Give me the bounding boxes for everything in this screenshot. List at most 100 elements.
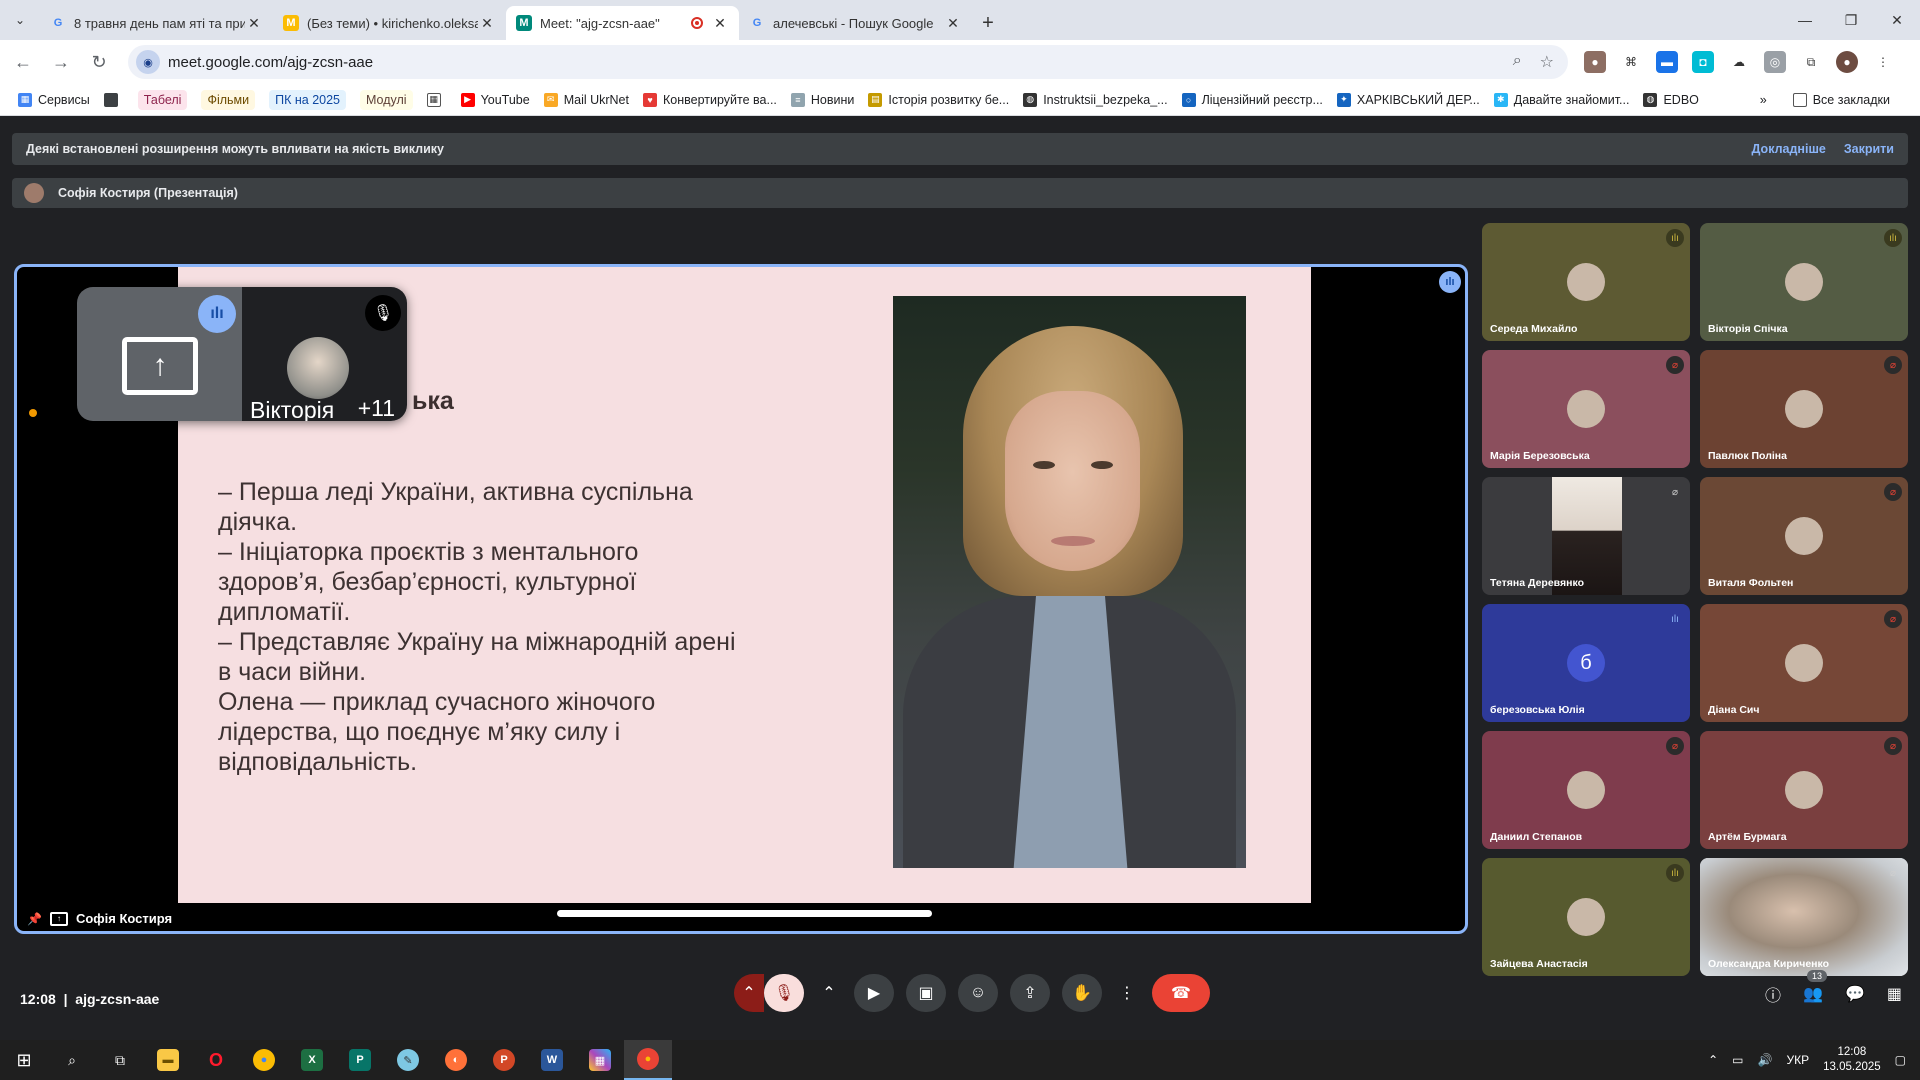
audio-options-button[interactable]: ⌃ [734, 974, 764, 1012]
bookmark-item[interactable]: ✦ ХАРКІВСЬКИЙ ДЕР... [1336, 92, 1480, 107]
pin-icon[interactable]: 📌 [27, 912, 42, 926]
chat-icon[interactable]: 💬 [1845, 984, 1865, 1004]
video-options-button[interactable]: ⌃ [816, 974, 842, 1012]
profile-avatar[interactable]: ● [1836, 51, 1858, 73]
taskbar-app[interactable]: ● [240, 1040, 288, 1080]
activities-icon[interactable]: ▦ [1887, 984, 1902, 1004]
screen-scrollbar[interactable] [557, 910, 932, 917]
extension-icon[interactable]: ◎ [1764, 51, 1786, 73]
participant-tile[interactable]: ⌀ Даниил Степанов [1482, 731, 1690, 849]
bookmark-item[interactable]: Модулі [360, 89, 413, 110]
taskbar-app[interactable]: ✎ [384, 1040, 432, 1080]
puzzle-icon[interactable]: ⧉ [1800, 51, 1822, 73]
extension-icon[interactable]: ⌘ [1620, 51, 1642, 73]
present-button[interactable]: ⇪ [1010, 974, 1050, 1012]
participant-tile[interactable]: ılı Вікторія Спічка [1700, 223, 1908, 341]
taskbar-app[interactable]: O [192, 1040, 240, 1080]
close-window-icon[interactable]: ✕ [1874, 0, 1920, 40]
notifications-icon[interactable]: ▢ [1895, 1053, 1906, 1067]
participant-tile[interactable]: ⌀ Артём Бурмага [1700, 731, 1908, 849]
restore-icon[interactable]: ❐ [1828, 0, 1874, 40]
site-info-icon[interactable]: ◉ [136, 50, 160, 74]
participant-tile[interactable]: ⌀ Виталя Фольтен [1700, 477, 1908, 595]
browser-tab[interactable]: G 8 травня день пам яті та прим ✕ [40, 6, 273, 40]
extension-icon[interactable]: ▬ [1656, 51, 1678, 73]
extension-icon[interactable]: ● [1584, 51, 1606, 73]
close-tab-icon[interactable]: ✕ [478, 15, 496, 32]
bookmark-item[interactable]: ▦ [426, 92, 447, 107]
participant-tile[interactable]: ⌀ Марія Березовська [1482, 350, 1690, 468]
extension-icon[interactable]: ◘ [1692, 51, 1714, 73]
bookmark-item[interactable]: ✱ Давайте знайомит... [1493, 92, 1629, 107]
bookmark-star-icon[interactable]: ☆ [1540, 52, 1554, 72]
search-button[interactable]: ⌕ [48, 1040, 96, 1080]
leave-call-button[interactable]: ☎ [1152, 974, 1210, 1012]
taskbar-app[interactable]: P [480, 1040, 528, 1080]
bookmark-item[interactable]: ▶ YouTube [460, 92, 530, 107]
participant-tile[interactable]: ılı Середа Михайло [1482, 223, 1690, 341]
close-tab-icon[interactable]: ✕ [245, 15, 263, 32]
zoom-icon[interactable]: ⌕ [1513, 52, 1522, 72]
bookmark-item[interactable]: ПК на 2025 [269, 89, 346, 110]
participant-tile[interactable]: ⌀ Тетяна Деревянко [1482, 477, 1690, 595]
taskbar-app[interactable]: ▬ [144, 1040, 192, 1080]
bookmark-item[interactable]: ◍ Instruktsii_bezpeka_... [1023, 92, 1168, 107]
network-icon[interactable]: ▭ [1732, 1053, 1743, 1067]
clock[interactable]: 12:08 13.05.2025 [1823, 1045, 1881, 1075]
taskbar-app[interactable]: W [528, 1040, 576, 1080]
address-bar[interactable]: ◉ meet.google.com/ajg-zcsn-aae ⌕ ☆ [128, 45, 1568, 79]
back-arrow-icon[interactable]: ← [8, 47, 38, 77]
bookmark-item[interactable]: ♥ Конвертируйте ва... [643, 92, 777, 107]
captions-button[interactable]: ▣ [906, 974, 946, 1012]
task-view-button[interactable]: ⧉ [96, 1040, 144, 1080]
presentation-stage[interactable]: ька – Перша леді України, активна суспіл… [14, 264, 1468, 934]
learn-more-link[interactable]: Докладніше [1752, 142, 1826, 156]
close-tab-icon[interactable]: ✕ [944, 15, 962, 32]
bookmark-item[interactable]: Фільми [201, 89, 256, 110]
forward-arrow-icon[interactable]: → [46, 47, 76, 77]
presenter-bar[interactable]: Софія Костиря (Презентація) [12, 178, 1908, 208]
participant-tile[interactable]: ⌀ Олександра Кириченко [1700, 858, 1908, 976]
new-tab-button[interactable]: + [972, 6, 1004, 40]
camera-toggle-button[interactable]: ▶ [854, 974, 894, 1012]
close-tab-icon[interactable]: ✕ [711, 15, 729, 32]
menu-dots-icon[interactable]: ⋮ [1872, 51, 1894, 73]
more-bookmarks-icon[interactable]: » [1760, 93, 1767, 107]
taskbar-app[interactable]: X [288, 1040, 336, 1080]
reload-icon[interactable]: ↻ [84, 47, 114, 77]
bookmark-item[interactable]: ≡ Новини [790, 92, 854, 107]
bookmark-item[interactable]: ✉ Mail UkrNet [543, 92, 629, 107]
all-bookmarks-button[interactable]: Все закладки [1792, 92, 1890, 107]
taskbar-app-active[interactable]: ● [624, 1040, 672, 1080]
more-options-button[interactable]: ⋮ [1114, 974, 1140, 1012]
people-icon[interactable]: 👥 13 [1803, 970, 1827, 1004]
browser-tab-active[interactable]: M Meet: "ajg-zcsn-aae" ✕ [506, 6, 739, 40]
reactions-button[interactable]: ☺ [958, 974, 998, 1012]
participant-tile[interactable]: б ılı березовська Юлія [1482, 604, 1690, 722]
taskbar-app[interactable]: ▦ [576, 1040, 624, 1080]
start-button[interactable]: ⊞ [0, 1040, 48, 1080]
bookmark-item[interactable]: Табелі [137, 89, 188, 110]
chevron-up-icon[interactable]: ⌃ [1708, 1053, 1718, 1067]
bookmark-item[interactable]: ○ Ліцензійний реєстр... [1181, 92, 1323, 107]
bookmark-item[interactable]: ◍ EDBO [1643, 92, 1699, 107]
taskbar-app[interactable]: ◐ [432, 1040, 480, 1080]
raise-hand-button[interactable]: ✋ [1062, 974, 1102, 1012]
tab-search-button[interactable]: ⌄ [0, 0, 40, 40]
picture-in-picture[interactable]: ↑ ılı 🎙 Вікторія +11 [77, 287, 407, 421]
language-indicator[interactable]: УКР [1786, 1053, 1809, 1067]
bookmark-item[interactable] [103, 92, 124, 107]
participant-tile[interactable]: ⌀ Павлюк Поліна [1700, 350, 1908, 468]
bookmark-item[interactable]: ▤ Історія розвитку бе... [868, 92, 1009, 107]
volume-icon[interactable]: 🔊 [1758, 1053, 1773, 1067]
taskbar-app[interactable]: P [336, 1040, 384, 1080]
bookmark-item[interactable]: ▦ Сервисы [18, 92, 90, 107]
info-icon[interactable]: ⓘ [1765, 982, 1781, 1006]
participant-tile[interactable]: ılı Зайцева Анастасія [1482, 858, 1690, 976]
browser-tab[interactable]: G алечевські - Пошук Google ✕ [739, 6, 972, 40]
microphone-toggle-button[interactable]: 🎙 [764, 974, 804, 1012]
participant-tile[interactable]: ⌀ Діана Сич [1700, 604, 1908, 722]
browser-tab[interactable]: M (Без теми) • kirichenko.oleksan ✕ [273, 6, 506, 40]
extension-icon[interactable]: ☁ [1728, 51, 1750, 73]
minimize-icon[interactable]: — [1782, 0, 1828, 40]
